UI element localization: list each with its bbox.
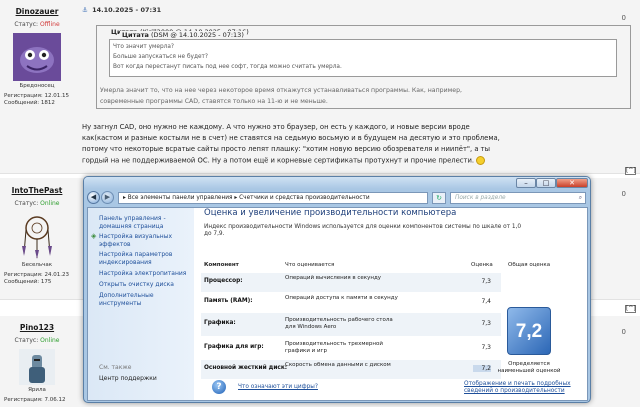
table-row: Графика для игр: Производительность трех… — [204, 341, 491, 354]
user-registration: Регистрация: 24.01.23 Сообщений: 175 — [4, 272, 69, 285]
quote-line: Умерла значит то, что на нее через некот… — [100, 87, 462, 94]
nested-quote-block: Цитата (DSM @ 14.10.2025 - 07:13) Что зн… — [109, 31, 617, 77]
user-title: Ярила — [28, 387, 46, 393]
back-button[interactable]: ◀ — [87, 191, 100, 204]
scroll-top-button[interactable]: [^] — [625, 305, 636, 313]
username-link[interactable]: Dinozauer — [0, 7, 74, 16]
minimize-button[interactable]: – — [516, 178, 536, 188]
user-registration: Регистрация: 7.06.12 — [4, 397, 66, 403]
post-number: 0 — [621, 328, 626, 336]
maximize-button[interactable]: □ — [536, 178, 556, 188]
task-link-control-panel-home[interactable]: Панель управления - домашняя страница — [99, 215, 166, 230]
base-score-badge: 7,2 — [507, 307, 551, 355]
scroll-top-button[interactable]: [^] — [625, 167, 636, 175]
task-pane: Панель управления - домашняя страница ◈ Н… — [88, 208, 194, 400]
window-titlebar[interactable]: – □ ✕ — [84, 177, 590, 189]
nested-quote-title: Цитата (DSM @ 14.10.2025 - 07:13) — [120, 31, 246, 39]
task-link-indexing[interactable]: Настройка параметров индексирования — [99, 251, 172, 266]
refresh-button[interactable]: ↻ — [432, 192, 446, 204]
address-bar[interactable]: ▸ Все элементы панели управления ▸ Счетч… — [118, 192, 428, 204]
user-status: Статус: Online — [14, 200, 60, 207]
quote-line: Больше запускаться не будет? — [113, 54, 208, 60]
forward-button[interactable]: ▶ — [101, 191, 114, 204]
task-link-action-center[interactable]: Центр поддержки — [99, 375, 157, 383]
close-button[interactable]: ✕ — [556, 178, 588, 188]
column-header-component: Компонент — [204, 262, 239, 268]
page-title: Оценка и увеличение производительности к… — [204, 208, 457, 218]
performance-window: – □ ✕ ◀ ▶ ▸ Все элементы панели управлен… — [83, 176, 591, 403]
quote-line: Вот когда перестанут писать под нее софт… — [113, 64, 342, 70]
smiley-icon — [476, 156, 486, 165]
table-row: Память (RAM): Операций доступа к памяти … — [204, 295, 491, 305]
column-header-rated: Что оценивается — [285, 262, 335, 268]
quote-block: Цитата (Kirill2000 @ 14.10.2025 - 07:16)… — [96, 25, 631, 109]
post-author: IntoThePast Статус: Online Бесельчак Рег… — [0, 178, 74, 286]
username-link[interactable]: Pino123 — [0, 323, 74, 332]
post-text-line: как(кастом и разные костыли не в счет) н… — [82, 134, 500, 142]
avatar-knight-image — [19, 349, 55, 385]
see-also-heading: См. также — [99, 364, 132, 371]
post-text-line: Ну загнул CAD, оно нужно не каждому. А ч… — [82, 123, 470, 131]
user-registration: Регистрация: 12.01.15 Сообщений: 1812 — [4, 93, 69, 106]
navigation-bar: ◀ ▶ ▸ Все элементы панели управления ▸ С… — [84, 189, 590, 206]
column-header-overall: Общая оценка — [508, 262, 551, 268]
avatar[interactable] — [13, 212, 61, 260]
search-input[interactable]: Поиск в разделе ⌕ — [450, 192, 586, 204]
post-text-line: гордый на не поддерживаемой ОС. Ну а пот… — [82, 156, 486, 165]
avatar[interactable] — [13, 33, 61, 81]
table-row: Процессор: Операций вычисления в секунду… — [201, 273, 501, 292]
user-title: Бредоносец — [19, 83, 55, 89]
post-author: Dinozauer Статус: Offline Бредоносец Рег… — [0, 0, 74, 107]
quote-line: современные программы CAD, ставятся толь… — [100, 98, 328, 105]
user-status: Статус: Online — [14, 337, 60, 344]
avatar-dino-image — [13, 33, 61, 81]
page-description: Индекс производительности Windows исполь… — [204, 224, 522, 237]
quote-line: Что значит умерла? — [113, 44, 174, 50]
post-text-line: потому что некоторые всратые сайты прост… — [82, 145, 490, 153]
window-content: Панель управления - домашняя страница ◈ Н… — [87, 207, 588, 401]
table-row: Графика: Производительность рабочего сто… — [201, 313, 501, 336]
post-number: 0 — [621, 190, 626, 198]
task-link-power[interactable]: Настройка электропитания — [99, 270, 186, 278]
search-icon[interactable]: ⌕ — [579, 193, 582, 204]
post-author: Pino123 Статус: Online Ярила Регистрация… — [0, 316, 74, 404]
task-link-disk-cleanup[interactable]: Открыть очистку диска — [99, 281, 174, 289]
column-header-score: Оценка — [471, 262, 493, 268]
post-dinozauer: Dinozauer Статус: Offline Бредоносец Рег… — [0, 0, 640, 174]
print-details-link[interactable]: Отображение и печать подробных сведений … — [464, 381, 584, 395]
post-link-icon[interactable]: ⚓ — [82, 6, 88, 14]
task-link-visual-effects[interactable]: Настройка визуальных эффектов — [99, 233, 172, 248]
user-title: Бесельчак — [21, 262, 53, 268]
user-status: Статус: Offline — [14, 21, 60, 28]
avatar[interactable] — [19, 349, 55, 385]
table-row: Основной жесткий диск: Скорость обмена д… — [201, 360, 501, 379]
shield-icon: ◈ — [91, 232, 97, 240]
base-score-caption: Определяется наименьшей оценкой — [497, 361, 561, 374]
help-link[interactable]: Что означают эти цифры? — [238, 384, 318, 390]
post-number: 0 — [621, 14, 626, 22]
username-link[interactable]: IntoThePast — [0, 186, 74, 195]
help-icon[interactable]: ? — [212, 380, 226, 394]
task-link-advanced-tools[interactable]: Дополнительные инструменты — [99, 292, 154, 307]
avatar-dreamcatcher-image — [13, 212, 61, 260]
post-date: ⚓ 14.10.2025 - 07:31 — [82, 6, 162, 14]
